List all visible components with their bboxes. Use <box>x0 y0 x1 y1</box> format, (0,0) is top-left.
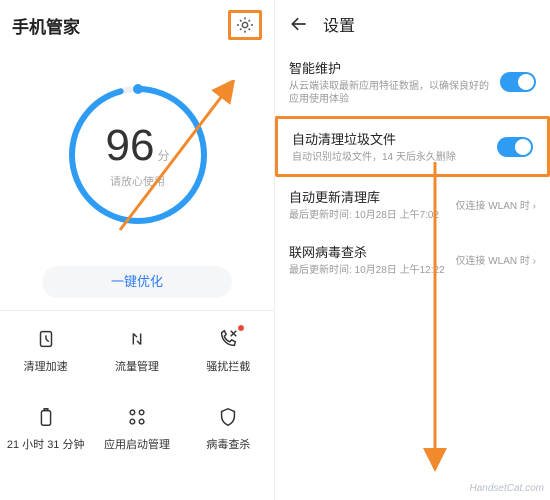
app-grid-icon <box>124 404 150 430</box>
settings-entry-highlight <box>228 10 262 40</box>
setting-title: 联网病毒查杀 <box>289 242 445 261</box>
setting-smart-maintenance[interactable]: 智能维护 从云端读取最新应用特征数据，以确保良好的应用使用体验 <box>275 48 550 116</box>
back-icon[interactable] <box>289 14 309 34</box>
optimize-button[interactable]: 一键优化 <box>42 266 232 298</box>
settings-title: 设置 <box>323 12 355 36</box>
grid-label: 应用启动管理 <box>104 436 170 452</box>
data-usage-icon <box>124 326 150 352</box>
grid-item-virus[interactable]: 病毒查杀 <box>183 389 274 467</box>
toggle-switch[interactable] <box>497 137 533 157</box>
setting-online-virus-scan[interactable]: 联网病毒查杀 最后更新时间: 10月28日 上午12:22 仅连接 WLAN 时… <box>275 232 550 287</box>
setting-desc: 自动识别垃圾文件，14 天后永久删除 <box>292 151 487 164</box>
setting-desc: 最后更新时间: 10月28日 上午12:22 <box>289 264 445 277</box>
score-value: 96 <box>106 121 155 171</box>
grid-item-harassment[interactable]: 骚扰拦截 <box>183 311 274 389</box>
score-gauge: 96 分 请放心使用 <box>63 80 213 230</box>
setting-desc: 最后更新时间: 10月28日 上午7:02 <box>289 209 445 222</box>
score-unit: 分 <box>157 147 169 164</box>
shield-icon <box>215 404 241 430</box>
settings-header: 设置 <box>275 0 550 48</box>
setting-title: 自动更新清理库 <box>289 187 445 206</box>
left-header: 手机管家 <box>0 0 274 50</box>
setting-auto-clean[interactable]: 自动清理垃圾文件 自动识别垃圾文件，14 天后永久删除 <box>275 116 550 177</box>
phone-manager-pane: 手机管家 96 <box>0 0 275 500</box>
grid-item-data[interactable]: 流量管理 <box>91 311 182 389</box>
grid-item-launch[interactable]: 应用启动管理 <box>91 389 182 467</box>
grid-label: 流量管理 <box>115 358 159 374</box>
setting-auto-update-db[interactable]: 自动更新清理库 最后更新时间: 10月28日 上午7:02 仅连接 WLAN 时… <box>275 177 550 232</box>
grid-item-battery[interactable]: 21 小时 31 分钟 <box>0 389 91 467</box>
grid-label: 病毒查杀 <box>206 436 250 452</box>
app-title: 手机管家 <box>12 13 80 38</box>
settings-pane: 设置 智能维护 从云端读取最新应用特征数据，以确保良好的应用使用体验 自动清理垃… <box>275 0 550 500</box>
feature-grid: 清理加速 流量管理 骚扰拦截 21 小时 31 分钟 <box>0 310 274 467</box>
setting-meta: 仅连接 WLAN 时 › <box>455 197 536 212</box>
setting-meta: 仅连接 WLAN 时 › <box>455 252 536 267</box>
gear-icon[interactable] <box>235 15 255 35</box>
score-gauge-area: 96 分 请放心使用 <box>0 50 275 260</box>
score-hint: 请放心使用 <box>110 173 165 189</box>
toggle-switch[interactable] <box>500 72 536 92</box>
block-call-icon <box>215 326 241 352</box>
battery-icon <box>33 404 59 430</box>
grid-label: 清理加速 <box>24 358 68 374</box>
watermark: HandsetCat.com <box>470 483 544 494</box>
grid-label: 骚扰拦截 <box>206 358 250 374</box>
setting-desc: 从云端读取最新应用特征数据，以确保良好的应用使用体验 <box>289 80 490 106</box>
notification-dot <box>238 325 244 331</box>
cleanup-icon <box>33 326 59 352</box>
grid-label: 21 小时 31 分钟 <box>7 436 85 452</box>
grid-item-cleanup[interactable]: 清理加速 <box>0 311 91 389</box>
setting-title: 智能维护 <box>289 58 490 77</box>
setting-title: 自动清理垃圾文件 <box>292 129 487 148</box>
